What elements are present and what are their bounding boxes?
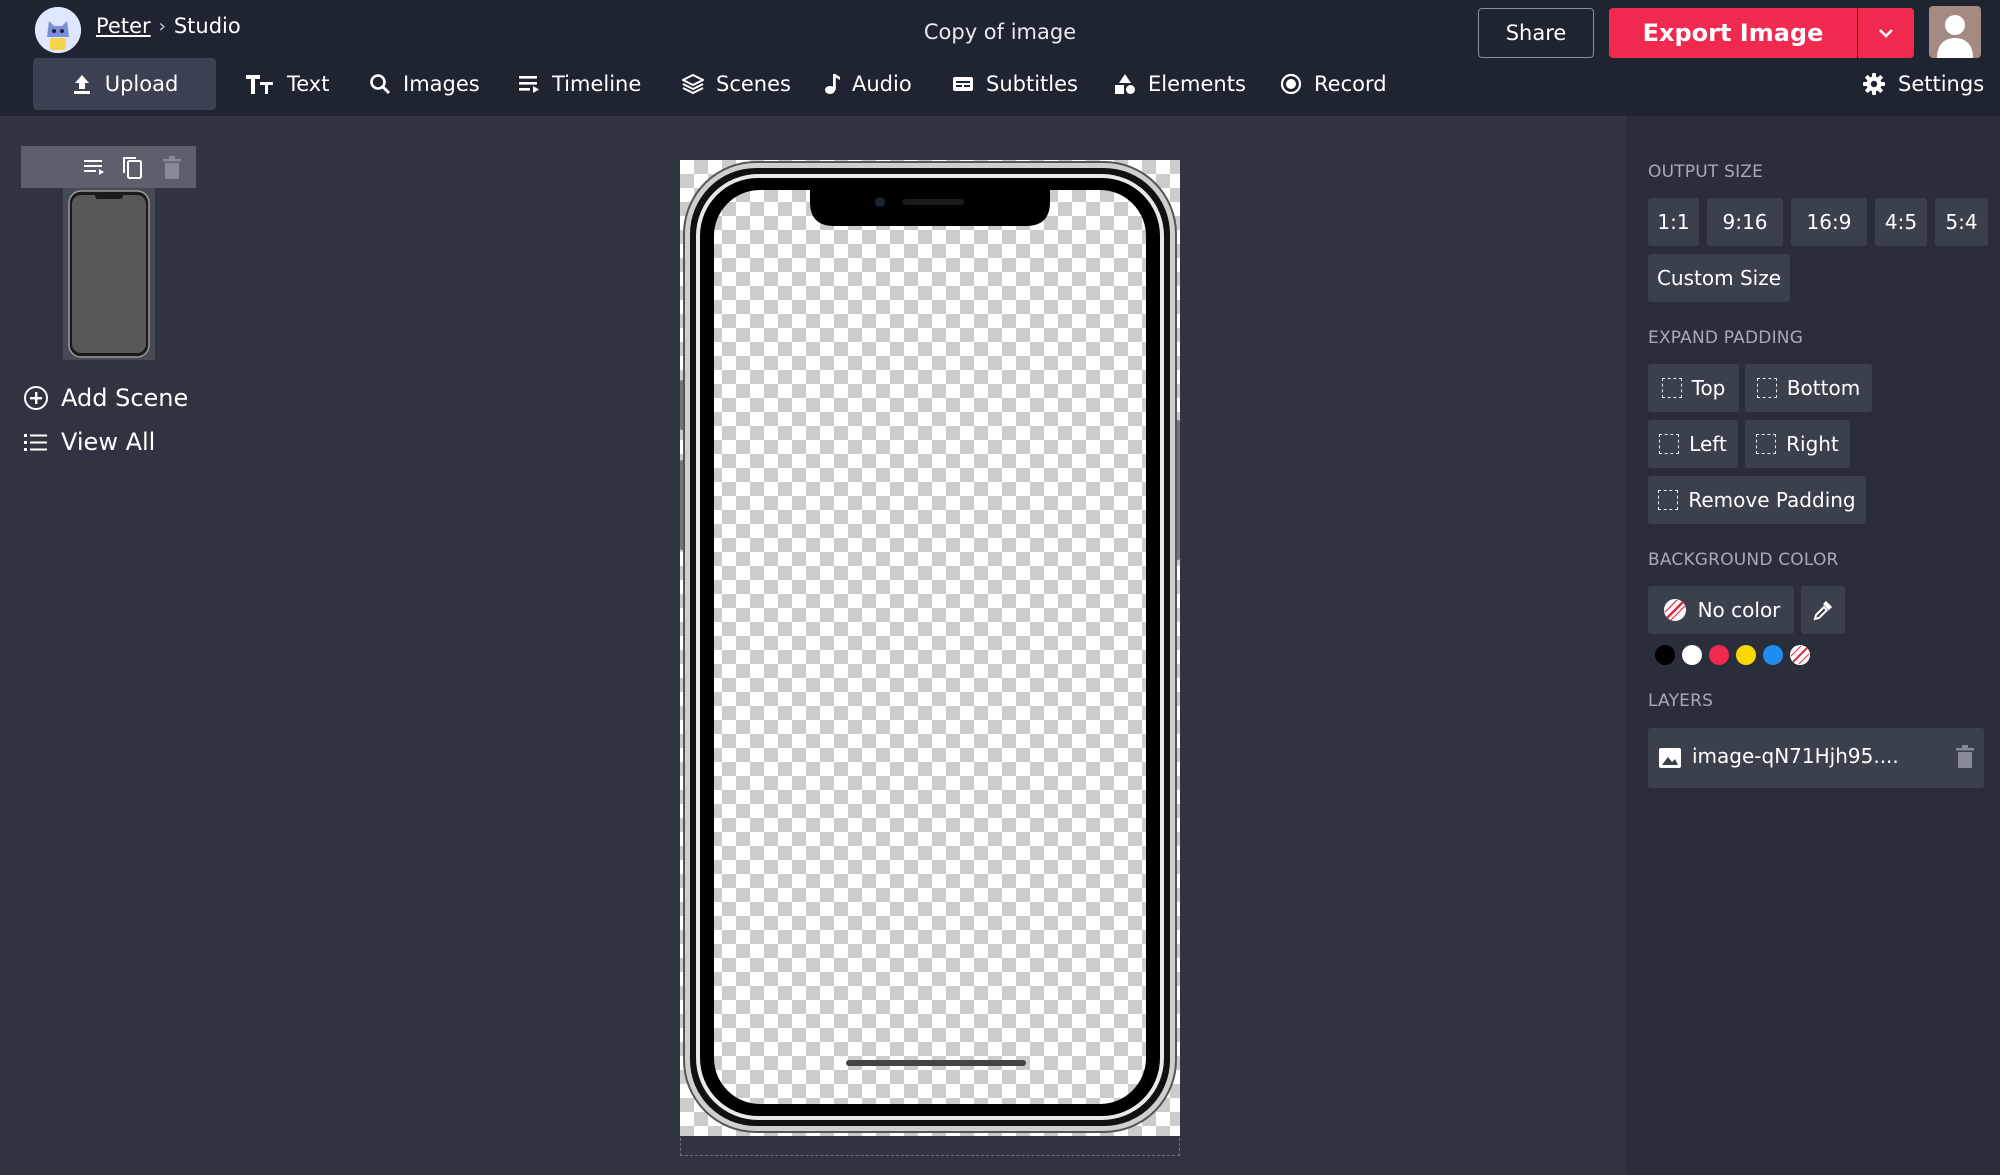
size-4x5-button[interactable]: 4:5: [1875, 198, 1927, 246]
timeline-icon: [519, 76, 539, 93]
nav-subtitles[interactable]: Subtitles: [952, 58, 1078, 110]
pad-left-button[interactable]: Left: [1648, 420, 1738, 468]
scene-menu-icon[interactable]: [82, 155, 106, 179]
nav-upload-label: Upload: [104, 72, 179, 96]
chevron-down-icon: [1879, 29, 1893, 38]
nav-scenes-label: Scenes: [716, 72, 791, 96]
view-all-button[interactable]: View All: [23, 428, 155, 456]
background-color-title: BACKGROUND COLOR: [1648, 550, 1839, 570]
image-icon: [1659, 748, 1681, 768]
person-icon: [1937, 15, 1973, 58]
swatch-blue[interactable]: [1763, 645, 1783, 665]
swatch-white[interactable]: [1682, 645, 1702, 665]
nav-text-label: Text: [287, 72, 330, 96]
no-color-label: No color: [1697, 598, 1781, 622]
pad-right-label: Right: [1786, 432, 1839, 456]
size-9x16-button[interactable]: 9:16: [1707, 198, 1783, 246]
nav-elements[interactable]: Elements: [1114, 58, 1246, 110]
delete-scene-icon[interactable]: [160, 155, 184, 181]
swatch-red[interactable]: [1709, 645, 1729, 665]
workspace-avatar[interactable]: [35, 7, 81, 53]
scene-thumbnail[interactable]: [63, 188, 155, 360]
nav-settings-label: Settings: [1898, 72, 1985, 96]
nav-scenes[interactable]: Scenes: [682, 58, 791, 110]
size-5x4-button[interactable]: 5:4: [1935, 198, 1988, 246]
add-scene-button[interactable]: Add Scene: [23, 384, 188, 412]
nav-audio[interactable]: Audio: [824, 58, 912, 110]
padding-icon: [1756, 378, 1777, 398]
nav-upload[interactable]: Upload: [33, 58, 216, 110]
pad-bottom-button[interactable]: Bottom: [1745, 364, 1872, 412]
breadcrumb: Peter › Studio: [96, 14, 241, 38]
upload-icon: [73, 75, 90, 94]
size-16x9-button[interactable]: 16:9: [1791, 198, 1867, 246]
pad-top-label: Top: [1691, 376, 1726, 400]
swatch-none[interactable]: [1790, 645, 1810, 665]
no-color-icon: [1663, 599, 1686, 621]
no-color-icon: [1790, 645, 1810, 665]
top-bar: Peter › Studio Copy of image Share Expor…: [0, 0, 2000, 116]
scene-toolbar: [21, 146, 196, 188]
no-color-button[interactable]: No color: [1648, 586, 1794, 634]
duplicate-scene-icon[interactable]: [121, 155, 145, 181]
layers-title: LAYERS: [1648, 691, 1714, 711]
nav-subtitles-label: Subtitles: [986, 72, 1078, 96]
view-all-label: View All: [61, 428, 156, 456]
padding-icon: [1658, 490, 1679, 510]
nav-text[interactable]: Text: [245, 58, 329, 110]
nav-audio-label: Audio: [852, 72, 912, 96]
text-icon: [246, 75, 273, 94]
export-options-button[interactable]: [1858, 8, 1914, 58]
remove-padding-label: Remove Padding: [1688, 488, 1856, 512]
subtitles-icon: [953, 77, 973, 91]
gear-icon: [1863, 73, 1885, 95]
padding-icon: [1756, 434, 1777, 454]
properties-panel: OUTPUT SIZE 1:1 9:16 16:9 4:5 5:4 Custom…: [1626, 116, 2000, 1175]
shapes-icon: [1115, 74, 1135, 94]
nav-images[interactable]: Images: [369, 58, 480, 110]
music-note-icon: [825, 74, 840, 94]
main-nav: Upload Text Images Timeline Scenes Audio…: [0, 58, 2000, 110]
nav-settings[interactable]: Settings: [1862, 58, 1984, 110]
pad-right-button[interactable]: Right: [1745, 420, 1850, 468]
breadcrumb-user-link[interactable]: Peter: [96, 14, 151, 38]
scene-thumbnail-preview: [68, 190, 150, 358]
layers-icon: [682, 73, 704, 95]
plus-circle-icon: [24, 386, 48, 410]
phone-mockup-image[interactable]: [680, 160, 1180, 1136]
nav-elements-label: Elements: [1148, 72, 1246, 96]
delete-layer-icon[interactable]: [1954, 744, 1976, 770]
breadcrumb-separator: ›: [158, 15, 166, 37]
user-avatar[interactable]: [1929, 6, 1981, 58]
add-scene-label: Add Scene: [61, 384, 189, 412]
cat-avatar-icon: [35, 7, 81, 53]
nav-record[interactable]: Record: [1280, 58, 1387, 110]
custom-size-button[interactable]: Custom Size: [1648, 254, 1790, 302]
pad-left-label: Left: [1689, 432, 1727, 456]
expand-padding-title: EXPAND PADDING: [1648, 328, 1804, 348]
list-icon: [24, 434, 47, 451]
layer-name: image-qN71Hjh95....: [1692, 744, 1899, 768]
pad-top-button[interactable]: Top: [1648, 364, 1739, 412]
nav-record-label: Record: [1314, 72, 1387, 96]
size-1x1-button[interactable]: 1:1: [1648, 198, 1699, 246]
export-image-button[interactable]: Export Image: [1609, 8, 1857, 58]
record-icon: [1280, 73, 1302, 95]
swatch-black[interactable]: [1655, 645, 1675, 665]
nav-images-label: Images: [403, 72, 480, 96]
breadcrumb-studio: Studio: [173, 14, 241, 38]
eyedropper-button[interactable]: [1801, 586, 1845, 634]
nav-timeline-label: Timeline: [552, 72, 642, 96]
eyedropper-icon: [1813, 601, 1832, 621]
output-size-title: OUTPUT SIZE: [1648, 162, 1764, 182]
remove-padding-button[interactable]: Remove Padding: [1648, 476, 1866, 524]
pad-bottom-label: Bottom: [1786, 376, 1861, 400]
layer-item[interactable]: image-qN71Hjh95....: [1648, 728, 1984, 788]
swatch-yellow[interactable]: [1736, 645, 1756, 665]
nav-timeline[interactable]: Timeline: [518, 58, 641, 110]
share-button[interactable]: Share: [1478, 8, 1594, 58]
search-icon: [370, 74, 391, 95]
padding-icon: [1661, 378, 1682, 398]
padding-icon: [1659, 434, 1680, 454]
